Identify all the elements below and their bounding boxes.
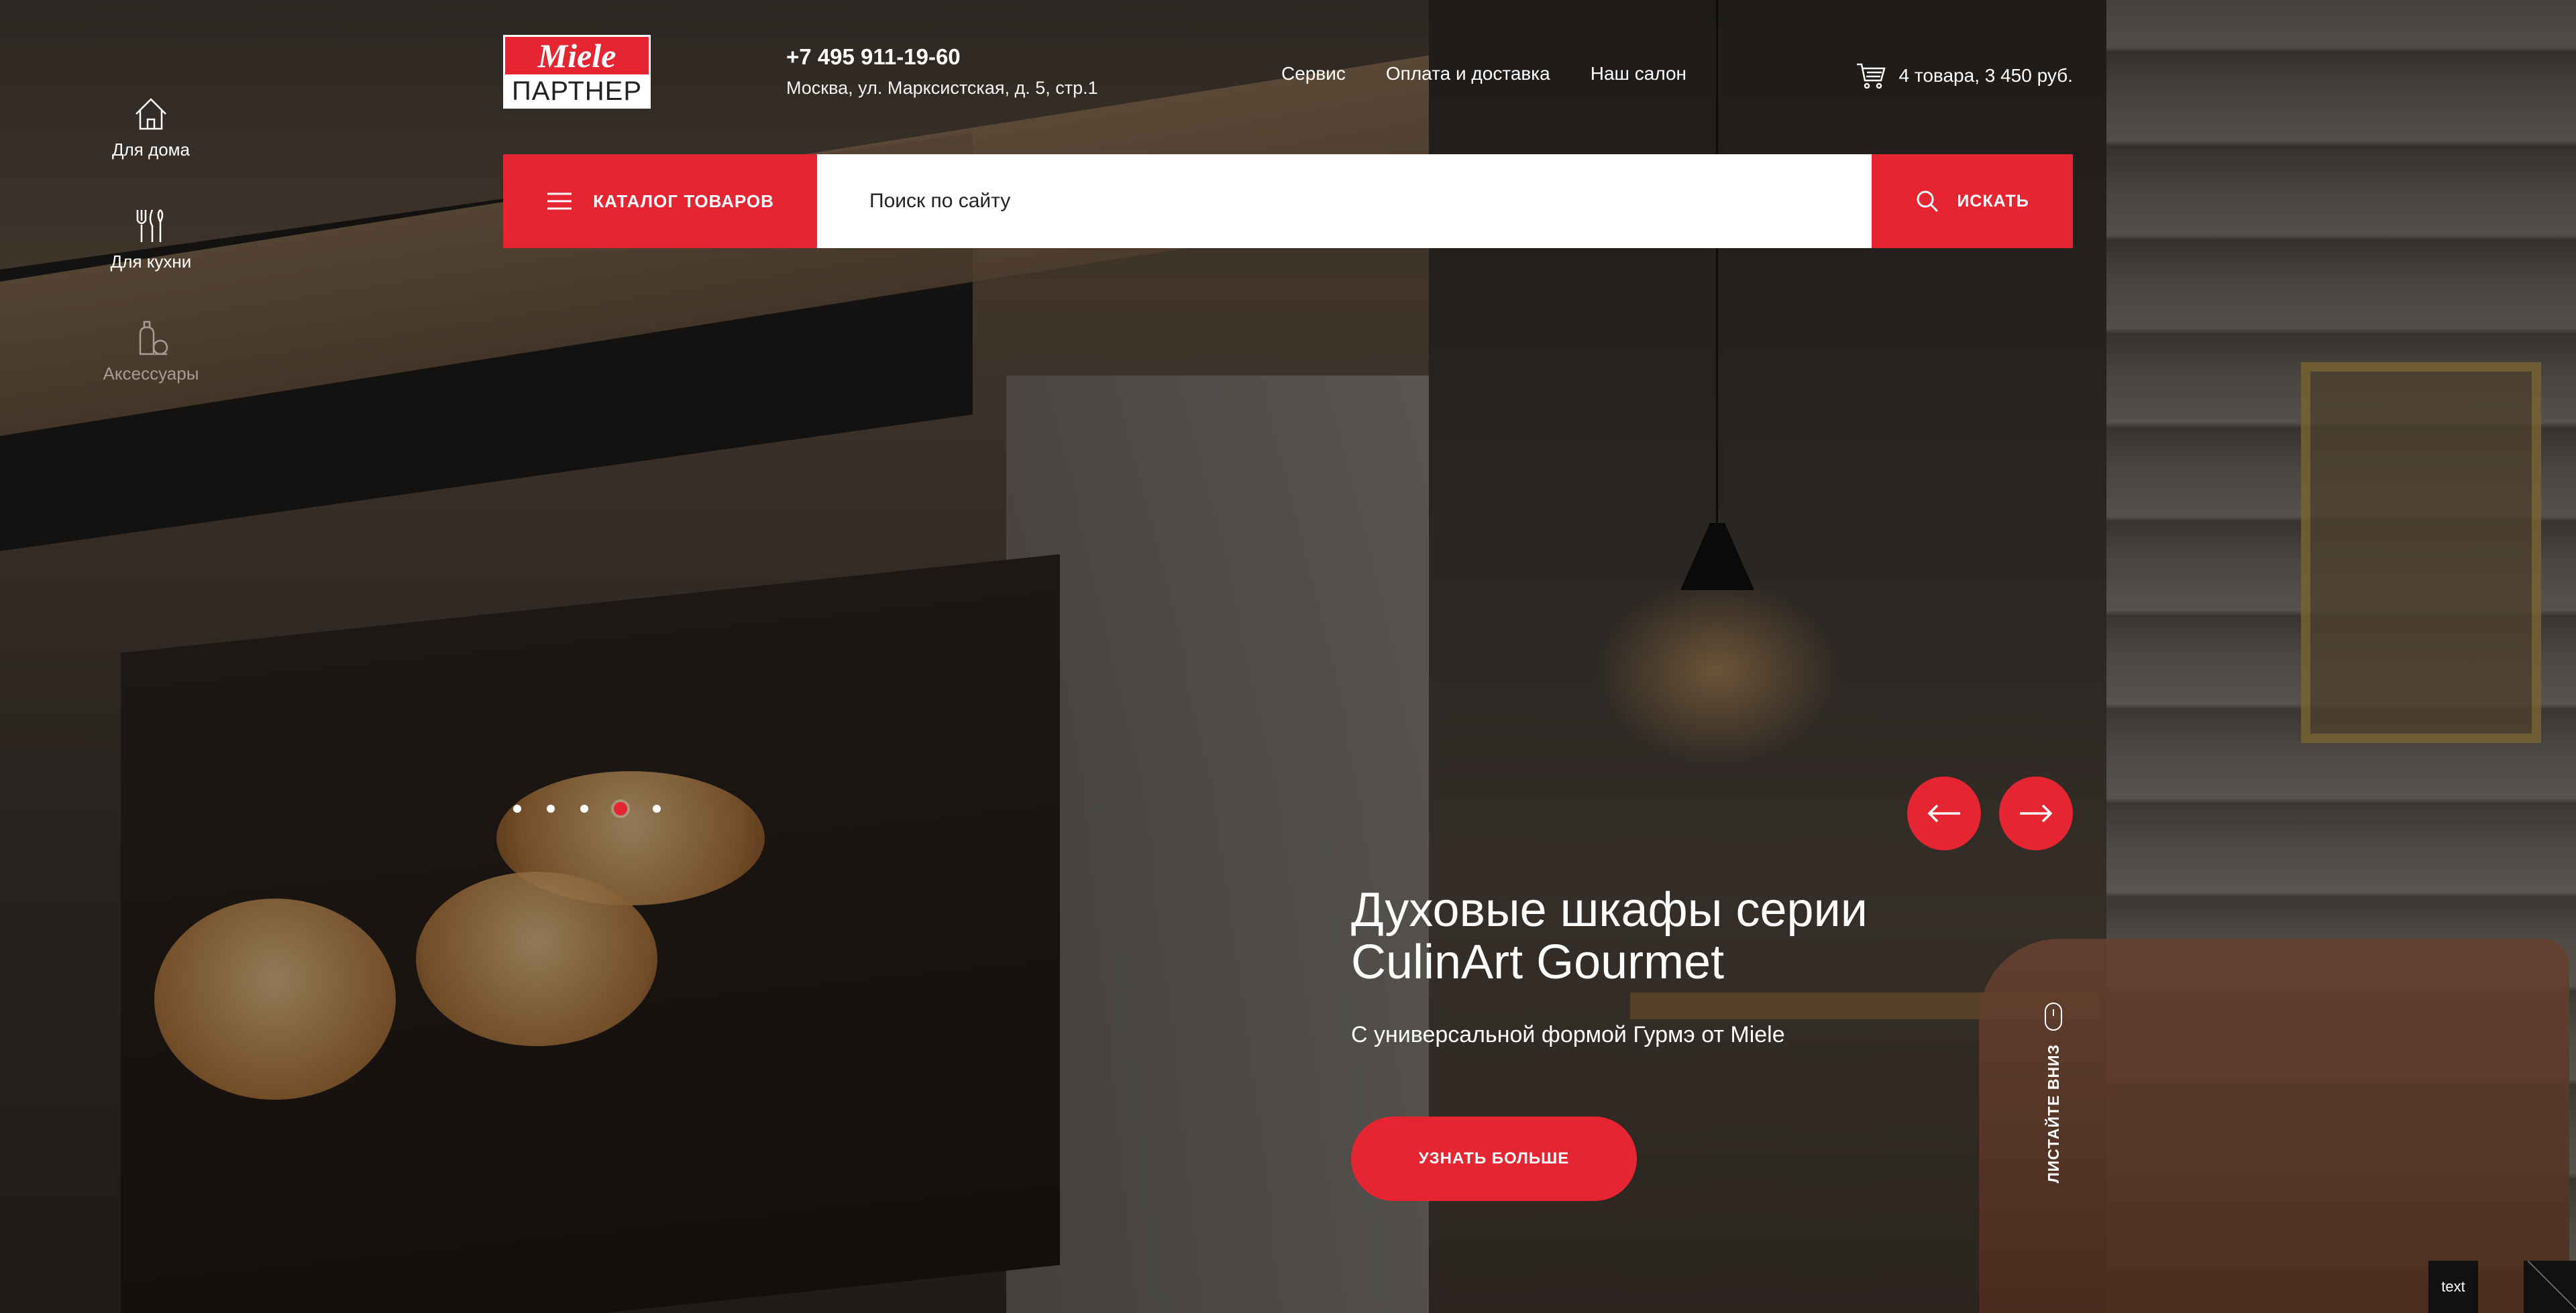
logo-brand: Miele bbox=[505, 37, 649, 74]
search-bar: КАТАЛОГ ТОВАРОВ ИСКАТЬ bbox=[503, 154, 2073, 248]
top-nav: Сервис Оплата и доставка Наш салон bbox=[1281, 63, 1686, 84]
search-icon bbox=[1917, 190, 1939, 213]
slider-dot[interactable] bbox=[547, 805, 555, 813]
address: Москва, ул. Марксистская, д. 5, стр.1 bbox=[786, 78, 1098, 98]
scroll-down-label: ЛИСТАЙТЕ ВНИЗ bbox=[2044, 1044, 2062, 1184]
cart[interactable]: 4 товара, 3 450 руб. bbox=[1856, 60, 2073, 91]
slider-prev-button[interactable] bbox=[1907, 777, 1981, 850]
slider-dot-active[interactable] bbox=[614, 802, 627, 815]
slider-dot[interactable] bbox=[513, 805, 521, 813]
search-button-label: ИСКАТЬ bbox=[1957, 191, 2029, 211]
arrow-left-icon bbox=[1927, 804, 1960, 823]
top-link-service[interactable]: Сервис bbox=[1281, 63, 1346, 84]
cutlery-icon bbox=[136, 209, 164, 242]
accessories-icon bbox=[139, 321, 168, 355]
house-icon bbox=[136, 98, 166, 130]
side-nav-label: Для дома bbox=[111, 139, 191, 160]
slide-title-line2: CulinArt Gourmet bbox=[1351, 935, 1725, 989]
search-input[interactable] bbox=[817, 154, 1872, 248]
mouse-icon bbox=[2045, 1003, 2062, 1031]
side-nav-item-accessories[interactable]: Аксессуары bbox=[87, 318, 215, 384]
slider-dot[interactable] bbox=[580, 805, 588, 813]
slide-title-line1: Духовые шкафы серии bbox=[1351, 883, 1868, 937]
search-button[interactable]: ИСКАТЬ bbox=[1872, 154, 2073, 248]
catalog-label: КАТАЛОГ ТОВАРОВ bbox=[593, 190, 774, 211]
slider-dot[interactable] bbox=[653, 805, 661, 813]
top-link-our-salon[interactable]: Наш салон bbox=[1591, 63, 1686, 84]
logo-partner: ПАРТНЕР bbox=[512, 76, 642, 106]
text-badge[interactable]: text bbox=[2428, 1261, 2478, 1313]
scroll-down-hint[interactable]: ЛИСТАЙТЕ ВНИЗ bbox=[2037, 1003, 2070, 1204]
cart-icon bbox=[1857, 63, 1886, 89]
cart-summary: 4 товара, 3 450 руб. bbox=[1898, 65, 2073, 86]
side-nav: Для дома Для кухни Аксессуары bbox=[87, 94, 215, 430]
arrow-right-icon bbox=[2020, 804, 2053, 823]
slider-next-button[interactable] bbox=[1999, 777, 2073, 850]
slide-title: Духовые шкафы серии CulinArt Gourmet bbox=[1351, 884, 1868, 988]
miele-partner-logo[interactable]: Miele ПАРТНЕР bbox=[503, 35, 651, 109]
top-link-payment-delivery[interactable]: Оплата и доставка bbox=[1386, 63, 1550, 84]
phone-number[interactable]: +7 495 911-19-60 bbox=[786, 44, 1098, 70]
slider-dots bbox=[513, 802, 661, 815]
contacts: +7 495 911-19-60 Москва, ул. Марксистска… bbox=[786, 44, 1098, 99]
menu-icon bbox=[547, 192, 572, 210]
side-nav-item-kitchen[interactable]: Для кухни bbox=[87, 206, 215, 272]
learn-more-button[interactable]: УЗНАТЬ БОЛЬШЕ bbox=[1351, 1117, 1637, 1201]
side-nav-label: Аксессуары bbox=[103, 363, 199, 384]
corner-element bbox=[2524, 1261, 2576, 1313]
slide-subtitle: С универсальной формой Гурмэ от Miele bbox=[1351, 1022, 1785, 1047]
side-nav-label: Для кухни bbox=[110, 251, 192, 272]
side-nav-item-home[interactable]: Для дома bbox=[87, 94, 215, 160]
catalog-button[interactable]: КАТАЛОГ ТОВАРОВ bbox=[503, 154, 817, 248]
